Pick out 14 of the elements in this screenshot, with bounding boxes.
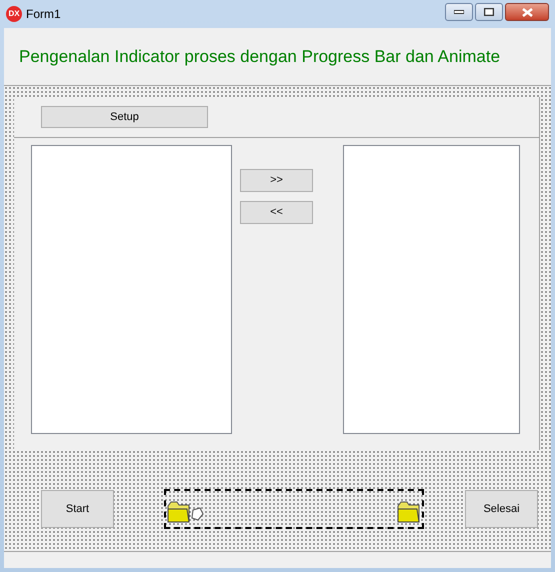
maximize-icon — [484, 8, 494, 16]
setup-button[interactable]: Setup — [41, 106, 208, 128]
window-title: Form1 — [26, 6, 61, 23]
start-button[interactable]: Start — [41, 490, 114, 528]
move-button[interactable]: << — [240, 201, 313, 224]
app-logo: DX — [6, 6, 22, 22]
move-button[interactable]: >> — [240, 169, 313, 192]
finish-button[interactable]: Selesai — [465, 490, 538, 528]
header-title: Pengenalan Indicator proses dengan Progress Bar dan Animate — [19, 46, 500, 68]
close-icon — [522, 8, 532, 16]
minimize-button[interactable] — [445, 3, 473, 21]
minimize-icon — [454, 10, 464, 14]
close-button[interactable] — [505, 3, 549, 21]
maximize-button[interactable] — [475, 3, 503, 21]
